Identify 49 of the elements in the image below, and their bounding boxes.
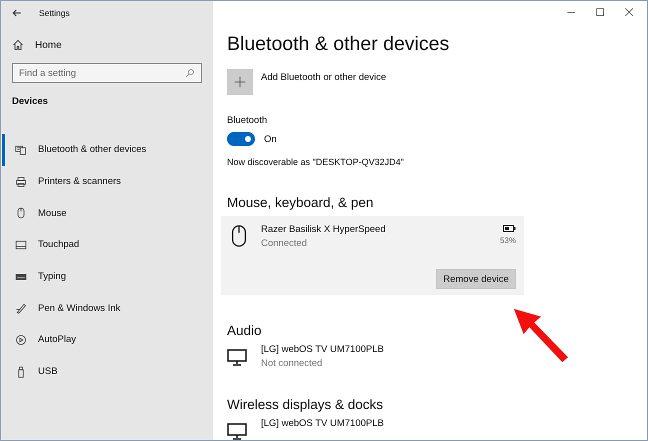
bluetooth-toggle[interactable] <box>227 132 255 146</box>
battery-icon <box>503 224 516 233</box>
nav-item[interactable]: Mouse <box>2 197 213 230</box>
battery-percent: 53% <box>500 236 516 245</box>
nav-item[interactable]: Typing <box>2 260 213 292</box>
devices-icon <box>15 144 27 156</box>
remove-device-button[interactable]: Remove device <box>436 269 516 289</box>
plus-icon <box>234 76 246 88</box>
section-heading: Mouse, keyboard, & pen <box>227 195 374 210</box>
section-heading: Audio <box>227 323 263 338</box>
device-status: Not connected <box>261 358 324 369</box>
home-icon <box>12 39 24 51</box>
nav-item[interactable]: Pen & Windows Ink <box>2 292 213 324</box>
pointer-arrow <box>511 307 571 365</box>
toggle-state: On <box>264 134 277 144</box>
device-row[interactable]: [LG] webOS TV UM7100PLB <box>227 418 517 440</box>
nav-item[interactable]: AutoPlay <box>2 324 213 356</box>
window-title: Settings <box>39 8 70 18</box>
add-device-button[interactable] <box>227 69 253 95</box>
device-card[interactable]: Razer Basilisk X HyperSpeed Connected 53% Remove device <box>221 216 524 295</box>
maximize-icon[interactable] <box>595 6 606 18</box>
monitor-icon <box>227 348 247 366</box>
touchpad-icon <box>15 238 27 251</box>
device-status: Connected <box>261 238 308 249</box>
add-device-label[interactable]: Add Bluetooth or other device <box>261 72 386 83</box>
device-row[interactable]: [LG] webOS TV UM7100PLB Not connected <box>227 344 517 369</box>
bluetooth-label: Bluetooth <box>227 115 268 126</box>
page-title: Bluetooth & other devices <box>227 33 450 56</box>
mouse-icon <box>231 225 247 247</box>
printer-icon <box>15 176 27 188</box>
search-field[interactable]: Find a setting <box>12 63 202 83</box>
section-title: Devices <box>12 96 48 107</box>
back-arrow-icon[interactable] <box>11 7 23 19</box>
nav-item[interactable]: Printers & scanners <box>2 166 213 198</box>
device-name: [LG] webOS TV UM7100PLB <box>261 418 385 429</box>
discoverable-text: Now discoverable as "DESKTOP-QV32JD4" <box>227 157 405 167</box>
search-icon[interactable] <box>185 68 195 78</box>
nav-item[interactable]: Touchpad <box>2 229 213 261</box>
close-icon[interactable] <box>624 6 635 18</box>
home-nav-item[interactable]: Home <box>12 37 62 53</box>
mouse-icon <box>15 207 27 220</box>
section-heading: Wireless displays & docks <box>227 397 384 412</box>
nav-item[interactable]: Bluetooth & other devices <box>2 134 213 166</box>
device-name: [LG] webOS TV UM7100PLB <box>261 344 385 355</box>
pen-icon <box>15 302 27 314</box>
nav-item[interactable]: USB <box>2 356 213 388</box>
device-name: Razer Basilisk X HyperSpeed <box>261 224 387 235</box>
play-circle-icon <box>15 334 27 346</box>
monitor-icon <box>227 422 247 440</box>
